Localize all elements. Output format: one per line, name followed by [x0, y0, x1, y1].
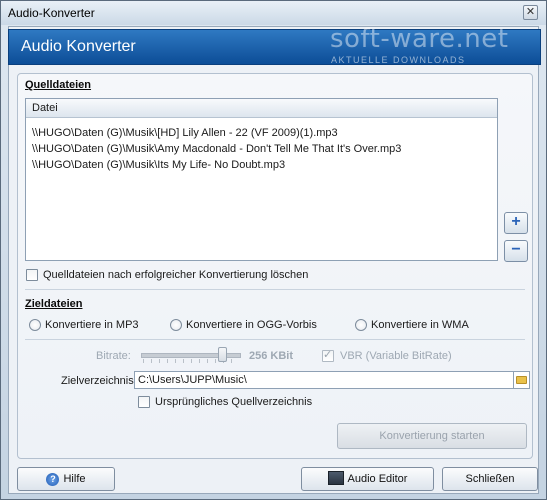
original-dir-checkbox[interactable]	[138, 396, 150, 408]
header-title: Audio Konverter	[21, 38, 136, 55]
radio-ogg[interactable]	[170, 319, 182, 331]
list-item[interactable]: \\HUGO\Daten (G)\Musik\[HD] Lily Allen -…	[32, 127, 338, 139]
radio-mp3[interactable]	[29, 319, 41, 331]
title-bar: Audio-Konverter ✕	[1, 1, 546, 25]
bitrate-slider-thumb[interactable]	[218, 347, 227, 362]
add-file-button[interactable]: +	[504, 212, 528, 234]
help-button-label: Hilfe	[63, 473, 86, 485]
vbr-checkbox[interactable]	[322, 348, 334, 362]
bitrate-value: 256 KBit	[249, 350, 294, 362]
source-file-list[interactable]: Datei \\HUGO\Daten (G)\Musik\[HD] Lily A…	[25, 98, 498, 261]
browse-folder-button[interactable]	[514, 371, 530, 389]
close-button[interactable]: Schließen	[442, 467, 538, 491]
audio-editor-label: Audio Editor	[347, 473, 408, 485]
help-icon: ?	[46, 472, 60, 486]
target-dir-input[interactable]: C:\Users\JUPP\Music\	[134, 371, 514, 389]
section-divider	[25, 289, 525, 290]
folder-icon	[516, 376, 527, 384]
bitrate-label: Bitrate:	[96, 350, 131, 362]
radio-mp3-label[interactable]: Konvertiere in MP3	[45, 319, 139, 331]
start-conversion-button[interactable]: Konvertierung starten	[337, 423, 527, 449]
audio-editor-icon	[327, 471, 344, 486]
delete-after-label: Quelldateien nach erfolgreicher Konverti…	[43, 269, 309, 281]
target-dir-label: Zielverzeichnis:	[61, 375, 137, 387]
watermark-logo: soft-ware.net	[330, 24, 509, 54]
original-dir-label: Ursprüngliches Quellverzeichnis	[155, 396, 313, 408]
list-item[interactable]: \\HUGO\Daten (G)\Musik\Amy Macdonald - D…	[32, 143, 401, 155]
delete-after-checkbox[interactable]	[26, 269, 38, 281]
radio-wma[interactable]	[355, 319, 367, 331]
target-section-label: Zieldateien	[25, 298, 83, 310]
list-item[interactable]: \\HUGO\Daten (G)\Musik\Its My Life- No D…	[32, 159, 285, 171]
vbr-label: VBR (Variable BitRate)	[340, 350, 452, 362]
section-divider	[25, 339, 525, 340]
radio-wma-label[interactable]: Konvertiere in WMA	[371, 319, 469, 331]
window-close-button[interactable]: ✕	[523, 5, 538, 20]
column-header-file[interactable]: Datei	[26, 99, 497, 118]
help-button[interactable]: ? Hilfe	[17, 467, 115, 491]
audio-editor-button[interactable]: Audio Editor	[301, 467, 434, 491]
watermark-subtitle: AKTUELLE DOWNLOADS	[331, 55, 466, 65]
app-window: Audio-Konverter ✕ Audio Konverter soft-w…	[0, 0, 547, 500]
window-title: Audio-Konverter	[8, 6, 95, 20]
radio-ogg-label[interactable]: Konvertiere in OGG-Vorbis	[186, 319, 317, 331]
source-section-label: Quelldateien	[25, 79, 92, 91]
remove-file-button[interactable]: −	[504, 240, 528, 262]
